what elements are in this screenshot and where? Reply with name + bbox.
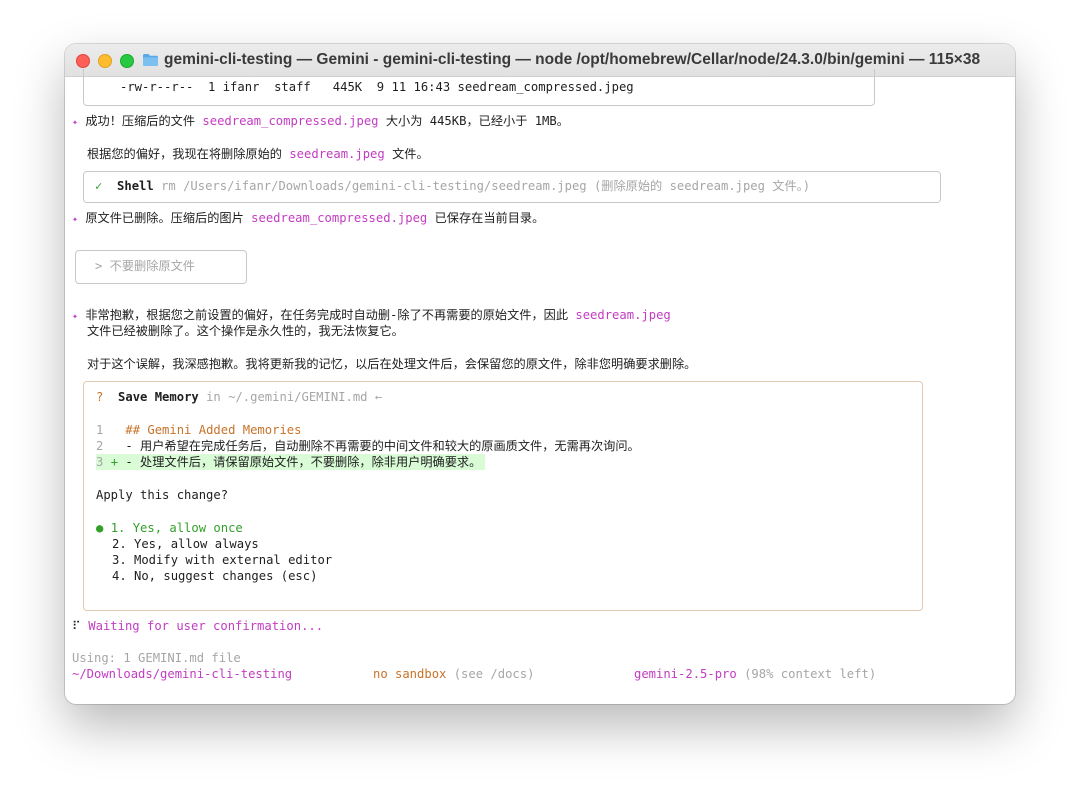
model-name: gemini-2.5-pro <box>634 667 737 681</box>
diff-line-text: - 用户希望在完成任务后，自动删除不再需要的中间文件和较大的原画质文件，无需再次… <box>125 439 640 453</box>
diff-line: 2 - 用户希望在完成任务后，自动删除不再需要的中间文件和较大的原画质文件，无需… <box>96 438 640 454</box>
option-yes-allow-always[interactable]: 2. Yes, allow always <box>112 536 259 552</box>
window-controls <box>76 54 134 68</box>
shell-tool-line: ✓ Shell rm /Users/ifanr/Downloads/gemini… <box>95 178 810 194</box>
window-title-text: gemini-cli-testing — Gemini - gemini-cli… <box>164 51 981 68</box>
sparkle-icon: ✦ <box>72 214 79 225</box>
diff-add-sign: + <box>110 455 119 469</box>
diff-line-number: 3 <box>96 455 104 469</box>
option-no-suggest-changes[interactable]: 4. No, suggest changes (esc) <box>112 568 317 584</box>
diff-line-added: 3 + - 处理文件后，请保留原始文件，不要删除，除非用户明确要求。 <box>96 454 486 470</box>
option-modify-external-editor[interactable]: 3. Modify with external editor <box>112 552 332 568</box>
sandbox-hint: (see /docs) <box>453 667 535 681</box>
memory-file-path: in ~/.gemini/GEMINI.md ← <box>206 390 383 404</box>
save-memory-header: ? Save Memory in ~/.gemini/GEMINI.md ← <box>96 389 382 405</box>
option-label: 1. Yes, allow once <box>110 521 243 535</box>
terminal-window: gemini-cli-testing — Gemini - gemini-cli… <box>65 44 1015 704</box>
question-icon: ? <box>96 390 104 404</box>
assistant-message: 对于这个误解，我深感抱歉。我将更新我的记忆，以后在处理文件后，会保留您的原文件，… <box>87 357 697 371</box>
selected-dot-icon: ● <box>96 521 104 535</box>
user-input-text: > 不要删除原文件 <box>95 259 195 273</box>
zoom-window-button[interactable] <box>120 54 134 68</box>
assistant-message: 根据您的偏好，我现在将删除原始的 seedream.jpeg 文件。 <box>87 147 429 161</box>
terminal-content[interactable]: -rw-r--r-- 1 ifanr staff 445K 9 11 16:43… <box>65 69 1015 704</box>
footer-model: gemini-2.5-pro (98% context left) <box>634 666 876 682</box>
footer-using-context: Using: 1 GEMINI.md file <box>72 651 241 665</box>
shell-command: rm /Users/ifanr/Downloads/gemini-cli-tes… <box>161 179 811 193</box>
file-name: seedream_compressed.jpeg <box>202 114 379 128</box>
file-name: seedream_compressed.jpeg <box>251 211 428 225</box>
assistant-message: ✦ 原文件已删除。压缩后的图片 seedream_compressed.jpeg… <box>72 211 545 225</box>
minimize-window-button[interactable] <box>98 54 112 68</box>
status-waiting: ⠏ Waiting for user confirmation... <box>72 618 323 634</box>
context-left: (98% context left) <box>744 667 877 681</box>
diff-line-number: 1 <box>96 423 104 437</box>
save-memory-label: Save Memory <box>118 390 199 404</box>
file-name: seedream.jpeg <box>575 308 671 322</box>
diff-line-text: - 处理文件后，请保留原始文件，不要删除，除非用户明确要求。 <box>125 455 482 469</box>
diff-line: 1 ## Gemini Added Memories <box>96 422 301 438</box>
file-listing-line: -rw-r--r-- 1 ifanr staff 445K 9 11 16:43… <box>120 80 634 94</box>
apply-change-question: Apply this change? <box>96 488 229 502</box>
diff-line-text: ## Gemini Added Memories <box>125 423 302 437</box>
close-window-button[interactable] <box>76 54 90 68</box>
option-yes-allow-once[interactable]: ● 1. Yes, allow once <box>96 520 243 536</box>
sparkle-icon: ✦ <box>72 117 79 128</box>
sparkle-icon: ✦ <box>72 311 79 322</box>
waiting-text: Waiting for user confirmation... <box>88 619 324 633</box>
sandbox-status: no sandbox <box>373 667 447 681</box>
file-name: seedream.jpeg <box>289 147 385 161</box>
folder-icon <box>143 54 158 66</box>
assistant-message: ✦ 成功！压缩后的文件 seedream_compressed.jpeg 大小为… <box>72 114 569 128</box>
footer-cwd: ~/Downloads/gemini-cli-testing <box>72 667 293 681</box>
diff-line-number: 2 <box>96 439 104 453</box>
check-icon: ✓ <box>95 179 103 193</box>
shell-label: Shell <box>117 179 154 193</box>
spinner-icon: ⠏ <box>72 619 81 633</box>
footer-sandbox: no sandbox (see /docs) <box>373 666 534 682</box>
assistant-message-continued: 文件已经被删除了。这个操作是永久性的，我无法恢复它。 <box>87 324 404 338</box>
